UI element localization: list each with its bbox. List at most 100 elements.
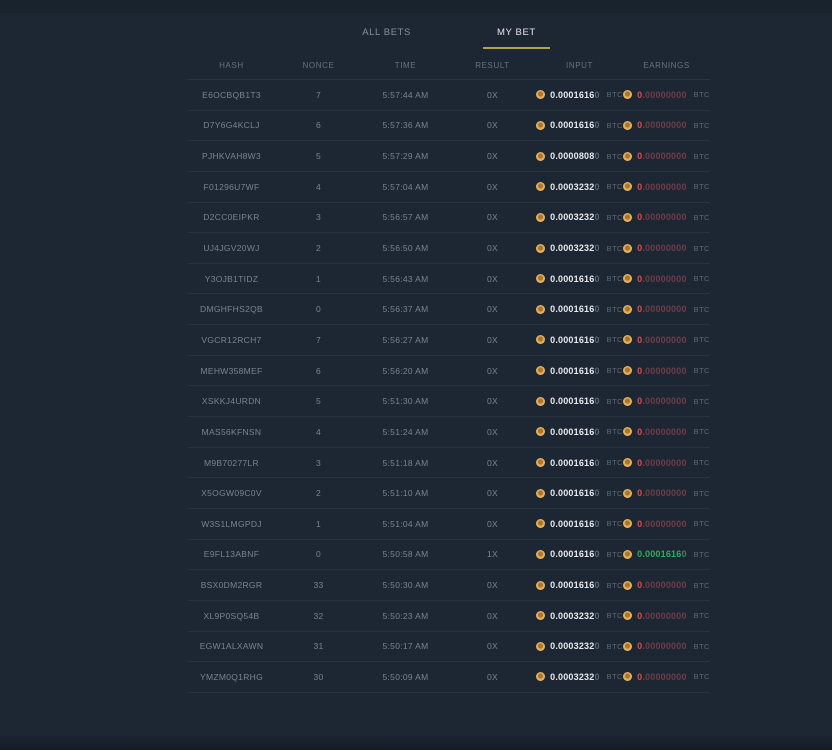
table-row[interactable]: E9FL13ABNF 0 5:50:58 AM 1x 0.00016160 BT… [188,540,710,571]
input-amount: 0.00016160 [550,335,600,345]
btc-label: BTC [607,458,623,467]
bet-result: 0x [449,335,536,345]
earnings-amount: 0.00000000 [637,641,687,651]
bet-input: 0.00016160 BTC [536,549,623,559]
table-row[interactable]: D2CC0EIPKR 3 5:56:57 AM 0x 0.00032320 BT… [188,203,710,234]
table-row[interactable]: M9B70277LR 3 5:51:18 AM 0x 0.00016160 BT… [188,448,710,479]
bet-earnings: 0.00000000 BTC [623,458,710,468]
coin-icon [536,489,545,498]
bet-result: 0x [449,151,536,161]
btc-label: BTC [607,519,623,528]
bet-nonce: 7 [275,335,362,345]
bet-result: 0x [449,580,536,590]
bet-result: 0x [449,641,536,651]
coin-icon [623,397,632,406]
bet-input: 0.00016160 BTC [536,90,623,100]
bet-input: 0.00032320 BTC [536,611,623,621]
bet-time: 5:50:30 AM [362,580,449,590]
table-row[interactable]: X5OGW09C0V 2 5:51:10 AM 0x 0.00016160 BT… [188,478,710,509]
bet-result: 0x [449,243,536,253]
table-row[interactable]: PJHKVAH8W3 5 5:57:29 AM 0x 0.00008080 BT… [188,141,710,172]
tab-all-bets[interactable]: ALL BETS [348,27,425,49]
bet-input: 0.00016160 BTC [536,366,623,376]
btc-label: BTC [607,642,623,651]
table-row[interactable]: DMGHFHS2QB 0 5:56:37 AM 0x 0.00016160 BT… [188,294,710,325]
tab-my-bet[interactable]: MY BET [483,27,550,49]
input-amount: 0.00016160 [550,366,600,376]
btc-label: BTC [607,427,623,436]
btc-label: BTC [607,244,623,253]
bet-nonce: 6 [275,120,362,130]
bet-result: 0x [449,458,536,468]
btc-label: BTC [694,305,710,314]
table-row[interactable]: F01296U7WF 4 5:57:04 AM 0x 0.00032320 BT… [188,172,710,203]
table-row[interactable]: Y3OJB1TIDZ 1 5:56:43 AM 0x 0.00016160 BT… [188,264,710,295]
btc-label: BTC [607,611,623,620]
bottom-bar [0,736,832,750]
bet-hash: D2CC0EIPKR [188,212,275,222]
input-amount: 0.00016160 [550,488,600,498]
table-row[interactable]: XL9P0SQ54B 32 5:50:23 AM 0x 0.00032320 B… [188,601,710,632]
earnings-amount: 0.00000000 [637,274,687,284]
table-row[interactable]: E6OCBQB1T3 7 5:57:44 AM 0x 0.00016160 BT… [188,80,710,111]
table-row[interactable]: VGCR12RCH7 7 5:56:27 AM 0x 0.00016160 BT… [188,325,710,356]
coin-icon [536,458,545,467]
bet-nonce: 32 [275,611,362,621]
bet-hash: PJHKVAH8W3 [188,151,275,161]
bet-hash: EGW1ALXAWN [188,641,275,651]
bet-nonce: 5 [275,396,362,406]
bet-earnings: 0.00000000 BTC [623,641,710,651]
coin-icon [536,519,545,528]
bet-nonce: 0 [275,304,362,314]
table-row[interactable]: YMZM0Q1RHG 30 5:50:09 AM 0x 0.00032320 B… [188,662,710,693]
input-amount: 0.00016160 [550,458,600,468]
earnings-amount: 0.00000000 [637,396,687,406]
earnings-amount: 0.00000000 [637,243,687,253]
bet-hash: XSKKJ4URDN [188,396,275,406]
coin-icon [536,213,545,222]
bet-input: 0.00032320 BTC [536,182,623,192]
bet-hash: E6OCBQB1T3 [188,90,275,100]
coin-icon [623,213,632,222]
btc-label: BTC [607,213,623,222]
btc-label: BTC [694,244,710,253]
table-row[interactable]: EGW1ALXAWN 31 5:50:17 AM 0x 0.00032320 B… [188,632,710,663]
earnings-amount: 0.00000000 [637,90,687,100]
coin-icon [623,274,632,283]
coin-icon [623,550,632,559]
bet-earnings: 0.00000000 BTC [623,672,710,682]
bet-hash: XL9P0SQ54B [188,611,275,621]
bet-earnings: 0.00000000 BTC [623,396,710,406]
bet-time: 5:51:18 AM [362,458,449,468]
bet-nonce: 6 [275,366,362,376]
coin-icon [536,244,545,253]
table-row[interactable]: BSX0DM2RGR 33 5:50:30 AM 0x 0.00016160 B… [188,570,710,601]
table-row[interactable]: D7Y6G4KCLJ 6 5:57:36 AM 0x 0.00016160 BT… [188,111,710,142]
bet-time: 5:57:29 AM [362,151,449,161]
table-row[interactable]: UJ4JGV20WJ 2 5:56:50 AM 0x 0.00032320 BT… [188,233,710,264]
btc-label: BTC [694,458,710,467]
table-row[interactable]: XSKKJ4URDN 5 5:51:30 AM 0x 0.00016160 BT… [188,386,710,417]
coin-icon [623,152,632,161]
btc-label: BTC [694,121,710,130]
bet-earnings: 0.00000000 BTC [623,212,710,222]
column-header-earnings: EARNINGS [623,61,710,70]
coin-icon [623,489,632,498]
bet-nonce: 33 [275,580,362,590]
bet-earnings: 0.00000000 BTC [623,304,710,314]
coin-icon [623,519,632,528]
coin-icon [623,427,632,436]
table-row[interactable]: W3S1LMGPDJ 1 5:51:04 AM 0x 0.00016160 BT… [188,509,710,540]
bet-time: 5:57:44 AM [362,90,449,100]
bet-time: 5:56:20 AM [362,366,449,376]
btc-label: BTC [694,489,710,498]
bet-hash: M9B70277LR [188,458,275,468]
bet-hash: UJ4JGV20WJ [188,243,275,253]
coin-icon [536,121,545,130]
table-row[interactable]: MAS56KFNSN 4 5:51:24 AM 0x 0.00016160 BT… [188,417,710,448]
bet-result: 0x [449,90,536,100]
table-row[interactable]: MEHW358MEF 6 5:56:20 AM 0x 0.00016160 BT… [188,356,710,387]
btc-label: BTC [694,611,710,620]
bet-input: 0.00032320 BTC [536,212,623,222]
bet-hash: W3S1LMGPDJ [188,519,275,529]
